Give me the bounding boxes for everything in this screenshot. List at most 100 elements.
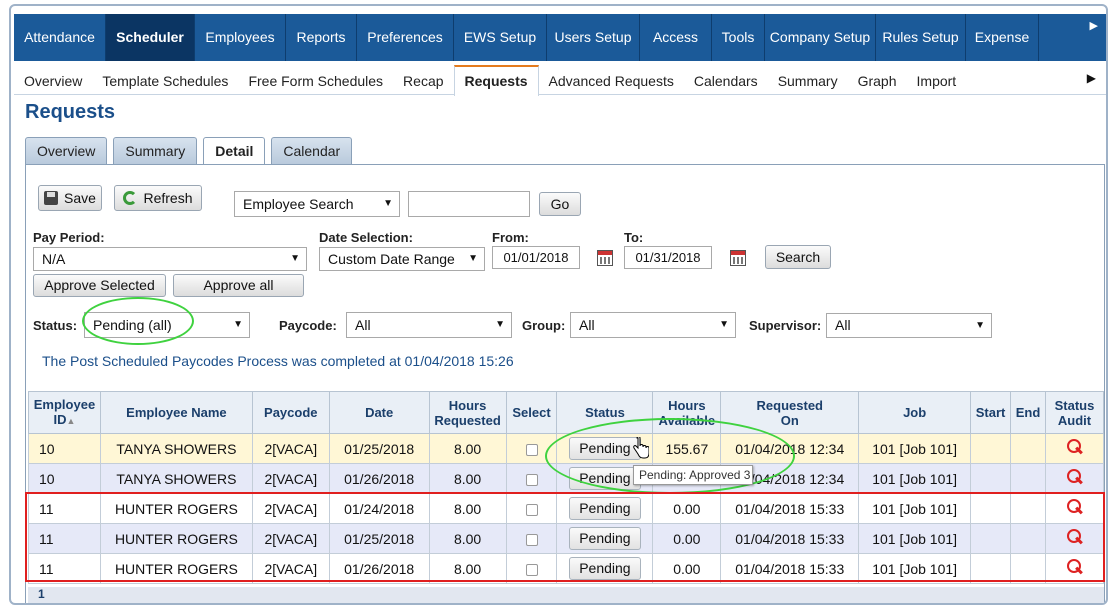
col-status[interactable]: Status — [556, 391, 654, 434]
tab-calendar[interactable]: Calendar — [271, 137, 353, 164]
paycode-filter-select[interactable]: All ▼ — [346, 312, 512, 338]
supervisor-filter-label: Supervisor: — [749, 318, 822, 333]
cell-job: 101 [Job 101] — [858, 463, 972, 494]
table-row[interactable]: 11 HUNTER ROGERS 2[VACA] 01/24/2018 8.00 Pend… — [28, 493, 1105, 524]
refresh-button[interactable]: Refresh — [114, 185, 202, 211]
employee-search-select[interactable]: Employee Search ▼ — [234, 191, 400, 217]
subnav-item-recap[interactable]: Recap — [393, 65, 453, 95]
status-audit-icon[interactable] — [1065, 558, 1083, 576]
nav-scroll-right-icon[interactable]: ▶ — [1090, 19, 1098, 32]
subnav-item-advanced-requests[interactable]: Advanced Requests — [539, 65, 684, 95]
col-employee-name[interactable]: Employee Name — [99, 391, 253, 434]
cell-hours-available: 0.00 — [652, 493, 722, 524]
col-end[interactable]: End — [1010, 391, 1046, 434]
header-text: Status — [1054, 397, 1095, 413]
table-row[interactable]: 10 TANYA SHOWERS 2[VACA] 01/25/2018 8.00 Pend… — [28, 433, 1105, 464]
col-hours-available[interactable]: Hours Available — [652, 391, 722, 434]
col-employee-id[interactable]: Employee ID▲ — [28, 391, 101, 434]
table-row[interactable]: 11 HUNTER ROGERS 2[VACA] 01/25/2018 8.00 Pend… — [28, 523, 1105, 554]
subnav-item-free-form-schedules[interactable]: Free Form Schedules — [238, 65, 393, 95]
status-pending-button[interactable]: Pending — [568, 437, 641, 460]
nav-item-company-setup[interactable]: Company Setup — [765, 14, 876, 61]
col-start[interactable]: Start — [970, 391, 1012, 434]
select-checkbox[interactable] — [525, 443, 538, 456]
nav-item-users-setup[interactable]: Users Setup — [547, 14, 640, 61]
col-paycode[interactable]: Paycode — [251, 391, 330, 434]
to-date-input[interactable]: 01/31/2018 — [624, 246, 712, 269]
approve-selected-button[interactable]: Approve Selected — [33, 274, 166, 297]
tab-bar: Overview Summary Detail Calendar — [25, 137, 358, 166]
header-text: Available — [658, 412, 716, 428]
subnav-item-requests[interactable]: Requests — [453, 65, 539, 96]
col-date[interactable]: Date — [328, 391, 430, 434]
search-button[interactable]: Search — [765, 245, 831, 269]
nav-item-attendance[interactable]: Attendance — [14, 14, 106, 61]
approve-all-button[interactable]: Approve all — [173, 274, 304, 297]
nav-item-rules-setup[interactable]: Rules Setup — [876, 14, 966, 61]
subnav-item-overview[interactable]: Overview — [14, 65, 92, 95]
requests-table: Employee ID▲ Employee Name Paycode Date H… — [28, 391, 1105, 584]
nav-item-ews-setup[interactable]: EWS Setup — [454, 14, 547, 61]
table-row[interactable]: 10 TANYA SHOWERS 2[VACA] 01/26/2018 8.00 Pend… — [28, 463, 1105, 494]
tab-summary[interactable]: Summary — [113, 137, 198, 164]
calendar-icon[interactable] — [730, 250, 746, 266]
status-pending-button[interactable]: Pending — [568, 467, 641, 490]
cell-status-audit — [1044, 553, 1105, 584]
subnav-item-summary[interactable]: Summary — [768, 65, 848, 95]
status-pending-button[interactable]: Pending — [568, 527, 641, 550]
select-checkbox[interactable] — [525, 563, 538, 576]
pay-period-select[interactable]: N/A ▼ — [33, 247, 307, 271]
app-window: Attendance Scheduler Employees Reports Prefe… — [9, 4, 1108, 605]
col-hours-requested[interactable]: Hours Requested — [428, 391, 507, 434]
cell-employee-name: HUNTER ROGERS — [99, 523, 253, 554]
status-pending-button[interactable]: Pending — [568, 557, 641, 580]
status-audit-icon[interactable] — [1065, 468, 1083, 486]
supervisor-filter-select[interactable]: All ▼ — [826, 313, 992, 338]
cell-end — [1010, 523, 1046, 554]
cell-date: 01/24/2018 — [328, 493, 430, 524]
subnav-item-import[interactable]: Import — [907, 65, 967, 95]
status-pending-button[interactable]: Pending — [568, 497, 641, 520]
nav-item-expense[interactable]: Expense — [966, 14, 1039, 61]
save-button[interactable]: Save — [38, 185, 102, 211]
go-button[interactable]: Go — [539, 192, 581, 216]
nav-item-scheduler[interactable]: Scheduler — [106, 14, 195, 61]
sub-nav-scroll-right-icon[interactable]: ▶ — [1087, 71, 1096, 85]
cell-employee-id: 11 — [28, 553, 101, 584]
date-selection-select[interactable]: Custom Date Range ▼ — [319, 247, 485, 271]
subnav-item-calendars[interactable]: Calendars — [684, 65, 768, 95]
pager-page-1[interactable]: 1 — [38, 587, 45, 601]
nav-item-reports[interactable]: Reports — [286, 14, 357, 61]
nav-item-access[interactable]: Access — [640, 14, 712, 61]
status-audit-icon[interactable] — [1065, 498, 1083, 516]
col-select[interactable]: Select — [505, 391, 558, 434]
status-filter-select[interactable]: Pending (all) ▼ — [84, 312, 250, 338]
table-header-row: Employee ID▲ Employee Name Paycode Date H… — [28, 391, 1105, 434]
select-checkbox[interactable] — [525, 533, 538, 546]
cell-select — [505, 553, 558, 584]
date-selection-label: Date Selection: — [319, 230, 413, 245]
select-checkbox[interactable] — [525, 473, 538, 486]
status-audit-icon[interactable] — [1065, 528, 1083, 546]
nav-item-tools[interactable]: Tools — [712, 14, 765, 61]
cell-employee-id: 11 — [28, 493, 101, 524]
select-checkbox[interactable] — [525, 503, 538, 516]
header-text: Requested — [756, 397, 823, 413]
nav-item-employees[interactable]: Employees — [195, 14, 286, 61]
tab-detail[interactable]: Detail — [203, 137, 266, 166]
subnav-item-graph[interactable]: Graph — [848, 65, 907, 95]
table-row[interactable]: 11 HUNTER ROGERS 2[VACA] 01/26/2018 8.00 Pend… — [28, 553, 1105, 584]
status-audit-icon[interactable] — [1065, 438, 1083, 456]
from-date-input[interactable]: 01/01/2018 — [492, 246, 580, 269]
subnav-item-template-schedules[interactable]: Template Schedules — [92, 65, 238, 95]
employee-search-input[interactable] — [408, 191, 530, 217]
status-filter-value: Pending (all) — [93, 317, 172, 333]
col-requested-on[interactable]: Requested On — [720, 391, 860, 434]
col-job[interactable]: Job — [858, 391, 972, 434]
calendar-icon[interactable] — [597, 250, 613, 266]
cell-select — [505, 463, 558, 494]
nav-item-preferences[interactable]: Preferences — [357, 14, 454, 61]
tab-overview[interactable]: Overview — [25, 137, 108, 164]
col-status-audit[interactable]: Status Audit — [1044, 391, 1105, 434]
group-filter-select[interactable]: All ▼ — [570, 312, 736, 338]
